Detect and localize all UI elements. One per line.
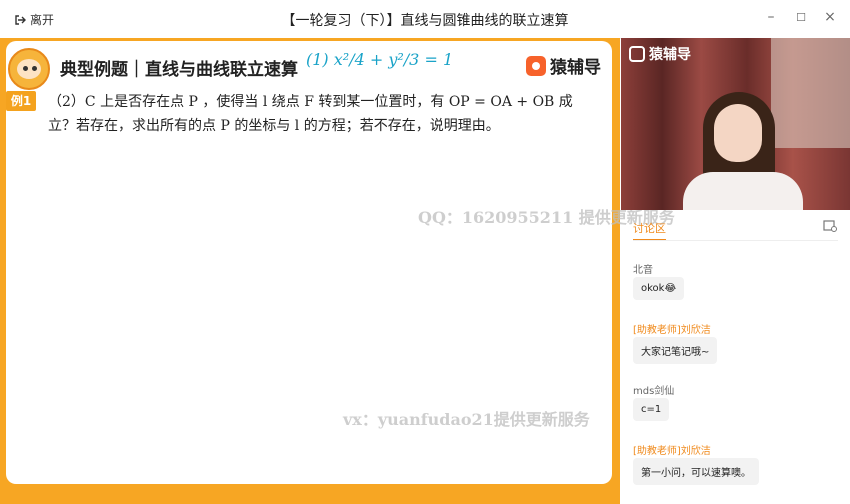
mascot-avatar: [8, 48, 50, 90]
mascot-eye-right: [32, 66, 37, 71]
mascot-eye-left: [23, 66, 28, 71]
maximize-button[interactable]: ☐: [791, 11, 811, 24]
slide-title: 典型例题｜直线与曲线联立速算: [60, 60, 298, 80]
message-author: [助教老师]刘欣洁: [633, 446, 711, 457]
problem-line-2: 立？若存在，求出所有的点 P 的坐标与 l 的方程；若不存在，说明理由。: [48, 118, 500, 134]
close-button[interactable]: ×: [820, 9, 840, 25]
video-brand-logo: 猿辅导: [629, 44, 691, 64]
brand-logo: 猿辅导: [526, 53, 601, 78]
message-bubble: 大家记笔记哦~: [633, 337, 718, 364]
mascot-face: [17, 59, 41, 79]
teacher-video: 猿辅导: [621, 38, 850, 210]
message-author: 北音: [633, 265, 653, 276]
teacher-face: [714, 104, 762, 162]
tab-divider: [633, 240, 838, 241]
message-bubble: 第一小问，可以速算噢。: [633, 458, 759, 485]
message-bubble: okok😂: [633, 277, 685, 300]
problem-line-1: （2）C 上是否存在点 P ，使得当 l 绕点 F 转到某一位置时，有 OP =…: [48, 94, 573, 110]
watermark-vx: vx：yuanfudao21提供更新服务: [343, 410, 590, 429]
window-title: 【一轮复习（下）】直线与圆锥曲线的联立速算: [281, 13, 569, 29]
teacher-figure: [683, 82, 803, 210]
video-brand-name: 猿辅导: [649, 47, 691, 63]
panel-settings-icon[interactable]: [823, 220, 837, 232]
minimize-button[interactable]: –: [761, 9, 781, 25]
handwritten-annotation: (1) x²/4 + y²/3 = 1: [306, 50, 454, 69]
video-brand-icon: [629, 46, 645, 62]
message-author: mds剑仙: [633, 386, 675, 397]
problem-text: （2）C 上是否存在点 P ，使得当 l 绕点 F 转到某一位置时，有 OP =…: [48, 90, 598, 138]
brand-name: 猿辅导: [550, 58, 601, 78]
message-author: [助教老师]刘欣洁: [633, 325, 711, 336]
message-bubble: c=1: [633, 398, 670, 421]
teacher-shirt: [683, 172, 803, 210]
example-tag: 例1: [6, 91, 36, 111]
brand-icon: [526, 55, 546, 76]
title-bar: 离开 【一轮复习（下）】直线与圆锥曲线的联立速算 – ☐ ×: [0, 0, 850, 39]
tab-discussion[interactable]: 讨论区: [633, 220, 666, 241]
